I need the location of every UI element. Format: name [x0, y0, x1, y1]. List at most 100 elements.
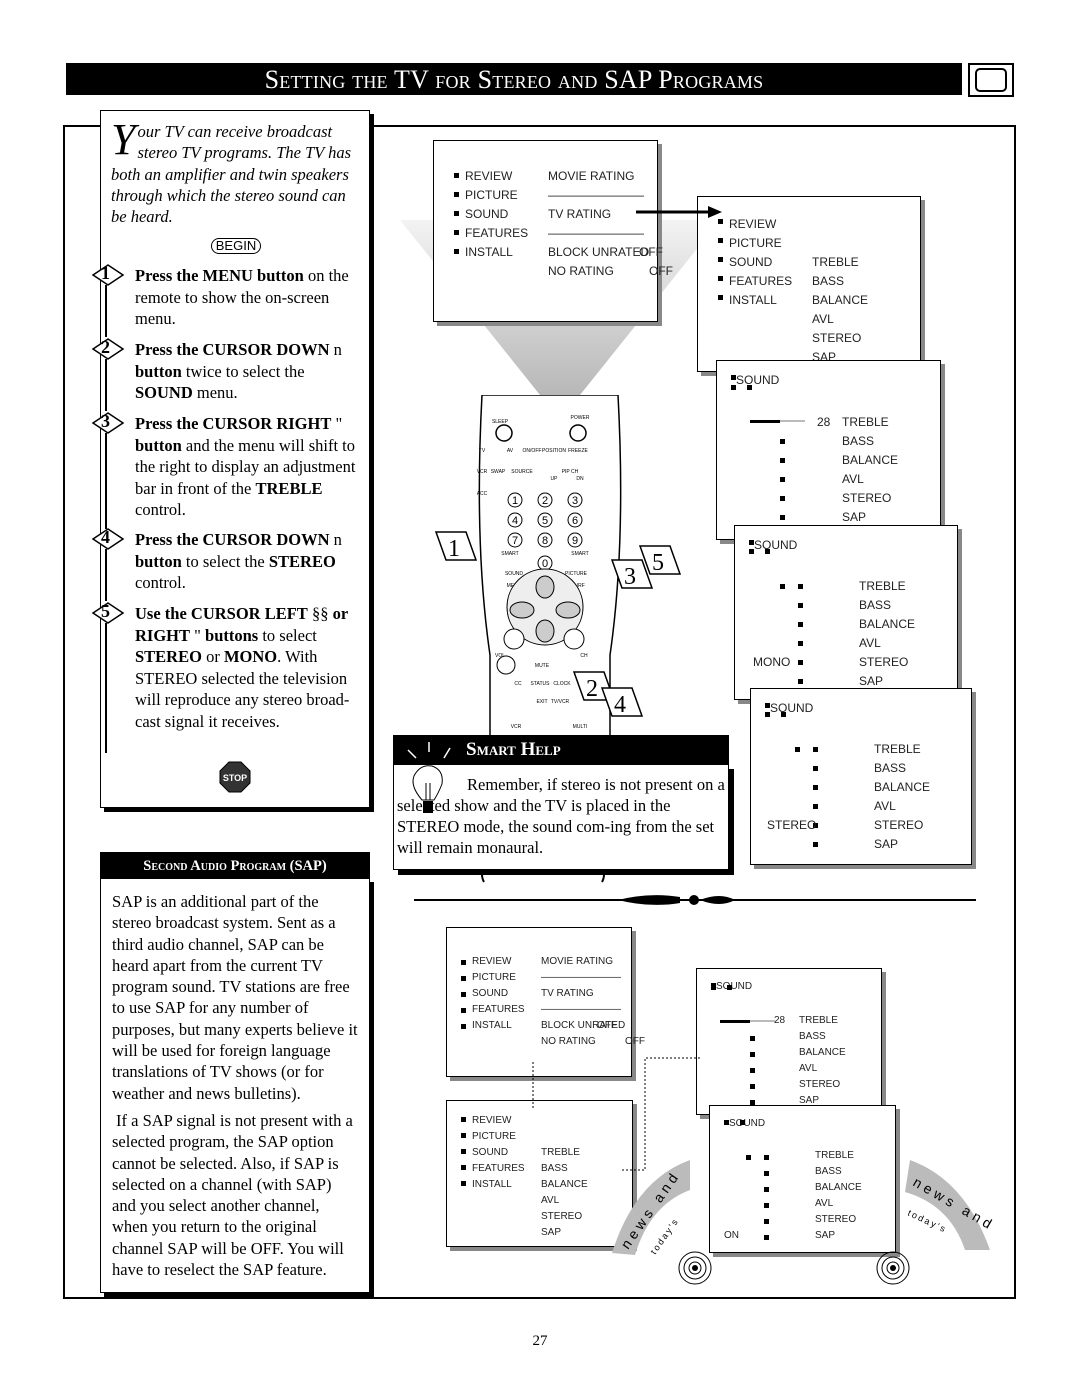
- step-text-segment: Press the MENU button: [135, 266, 304, 285]
- step-text-segment: menu.: [192, 383, 238, 402]
- bullet-icon: [750, 1052, 755, 1057]
- step-4: 4 Press the CURSOR DOWN n button to selec…: [91, 527, 365, 601]
- bullet-icon: [764, 1171, 769, 1176]
- menu-item: PICTURE: [729, 236, 782, 250]
- bullet-icon: [750, 1068, 755, 1073]
- current-setting: ON: [724, 1230, 739, 1241]
- menu-item: SAP: [541, 1227, 562, 1238]
- menu-item: STEREO: [812, 331, 862, 345]
- menu-item: TREBLE: [859, 579, 906, 593]
- svg-text:2: 2: [542, 495, 548, 507]
- treble-value: 28: [774, 1015, 786, 1026]
- remote-button-label: FREEZE: [568, 448, 588, 454]
- bullet-icon: [718, 276, 723, 281]
- menu-item: AVL: [812, 312, 834, 326]
- menu-item: MOVIE RATING: [541, 956, 614, 967]
- menu-item: PICTURE: [465, 188, 518, 202]
- svg-text:3: 3: [572, 495, 578, 507]
- bullet-icon: [798, 603, 803, 608]
- menu-item: ————————: [541, 972, 621, 983]
- remote-button-label: DN: [576, 476, 584, 482]
- step-connector: [105, 623, 107, 753]
- menu-treble: SOUND TREBLE BASS BALANCE AVL STEREO SAP 28: [716, 360, 941, 540]
- remote-button-label: MUTE: [535, 663, 550, 669]
- menu-item: AVL: [815, 1198, 834, 1209]
- bullet-icon: [764, 1219, 769, 1224]
- menu-item: REVIEW: [729, 217, 777, 231]
- stop-icon: STOP: [219, 761, 251, 793]
- step-number-badge: 2: [91, 337, 125, 361]
- bullet-icon: [454, 249, 459, 254]
- menu-item: REVIEW: [465, 169, 513, 183]
- remote-button-label: CLOCK: [553, 681, 571, 687]
- menu-item: SAP: [815, 1230, 836, 1241]
- bullet-icon: [780, 496, 785, 501]
- bullet-icon: [750, 1084, 755, 1089]
- menu-item: FEATURES: [472, 1004, 525, 1015]
- begin-badge: BEGIN: [210, 238, 262, 254]
- svg-text:9: 9: [572, 535, 578, 547]
- instructions-panel: Y our TV can receive broadcast stereo TV…: [91, 110, 370, 808]
- svg-text:1: 1: [512, 495, 518, 507]
- bullet-icon: [731, 385, 736, 390]
- menu-main: REVIEW PICTURE SOUND FEATURES INSTALL MOVIE R…: [446, 927, 645, 1077]
- bullet-icon: [718, 257, 723, 262]
- menu-item: BASS: [859, 598, 892, 612]
- menu-item: NO RATING: [541, 1036, 596, 1047]
- menu-item: FEATURES: [729, 274, 793, 288]
- menu-item: STEREO: [874, 818, 924, 832]
- bullet-icon: [780, 439, 785, 444]
- menu-header: SOUND: [736, 373, 780, 387]
- tv-icon: [968, 63, 1014, 97]
- svg-text:8: 8: [542, 535, 548, 547]
- menu-sound_selected: REVIEW PICTURE SOUND FEATURES INSTALL TREBLE B…: [446, 1100, 633, 1247]
- remote-button-label: ON/OFF: [523, 448, 542, 454]
- bullet-icon: [798, 622, 803, 627]
- sap-panel: SAP is an additional part of the stereo …: [100, 878, 370, 1293]
- remote-button-label: VCR: [477, 469, 488, 475]
- menu-item: TREBLE: [815, 1150, 854, 1161]
- bullet-icon: [461, 1024, 466, 1029]
- remote-button-label: SWAP: [491, 469, 506, 475]
- step-text-segment: Press the CURSOR RIGHT: [135, 414, 332, 433]
- treble-value: 28: [817, 415, 831, 429]
- bullet-icon: [461, 1165, 466, 1170]
- menu-item: BALANCE: [842, 453, 899, 467]
- menu-stereo_stereo: SOUND TREBLE BASS BALANCE AVL STEREO SAP STEREO: [750, 688, 972, 865]
- remote-button-label: UP: [551, 476, 559, 482]
- step-text-segment: to select the: [181, 551, 269, 571]
- step-1: 1 Press the MENU button on the remote to …: [91, 263, 365, 337]
- bullet-icon: [798, 641, 803, 646]
- step-connector: [105, 359, 107, 411]
- menu-item: INSTALL: [472, 1020, 512, 1031]
- step-connector: [105, 549, 107, 601]
- page-number: 27: [532, 1333, 548, 1349]
- menu-item: TV RATING: [541, 988, 594, 999]
- treble-slider: [720, 1020, 750, 1023]
- bullet-icon: [813, 747, 818, 752]
- step-3: 3 Press the CURSOR RIGHT " button and the…: [91, 411, 365, 529]
- sap-paragraph: If a SAP signal is not present with a se…: [112, 1110, 353, 1280]
- menu-value: OFF: [649, 264, 673, 278]
- menu-header: SOUND: [754, 538, 798, 552]
- menu-item: AVL: [842, 472, 864, 486]
- step-number-badge: 5: [91, 601, 125, 625]
- menu-item: SOUND: [472, 1147, 509, 1158]
- remote-button-label: AV: [507, 448, 514, 454]
- menu-item: FEATURES: [472, 1163, 525, 1174]
- step-text-segment: n: [329, 340, 342, 359]
- svg-text:STOP: STOP: [223, 773, 247, 783]
- svg-text:5: 5: [542, 515, 548, 527]
- step-text: Use the CURSOR LEFT §§ or RIGHT " button…: [113, 603, 365, 732]
- menu-item: SOUND: [465, 207, 509, 221]
- step-text-segment: buttons: [205, 625, 259, 645]
- menu-item: STEREO: [815, 1214, 857, 1225]
- step-text-segment: control.: [135, 500, 186, 519]
- bullet-icon: [764, 1155, 769, 1160]
- step-text: Press the CURSOR DOWN n button twice to …: [113, 339, 365, 404]
- menu-item: REVIEW: [472, 956, 512, 967]
- menu-item: BALANCE: [874, 780, 931, 794]
- step-5: 5 Use the CURSOR LEFT §§ or RIGHT " butto…: [91, 601, 365, 753]
- menu-item: SOUND: [729, 255, 773, 269]
- remote-button-label: SLEEP: [492, 419, 509, 425]
